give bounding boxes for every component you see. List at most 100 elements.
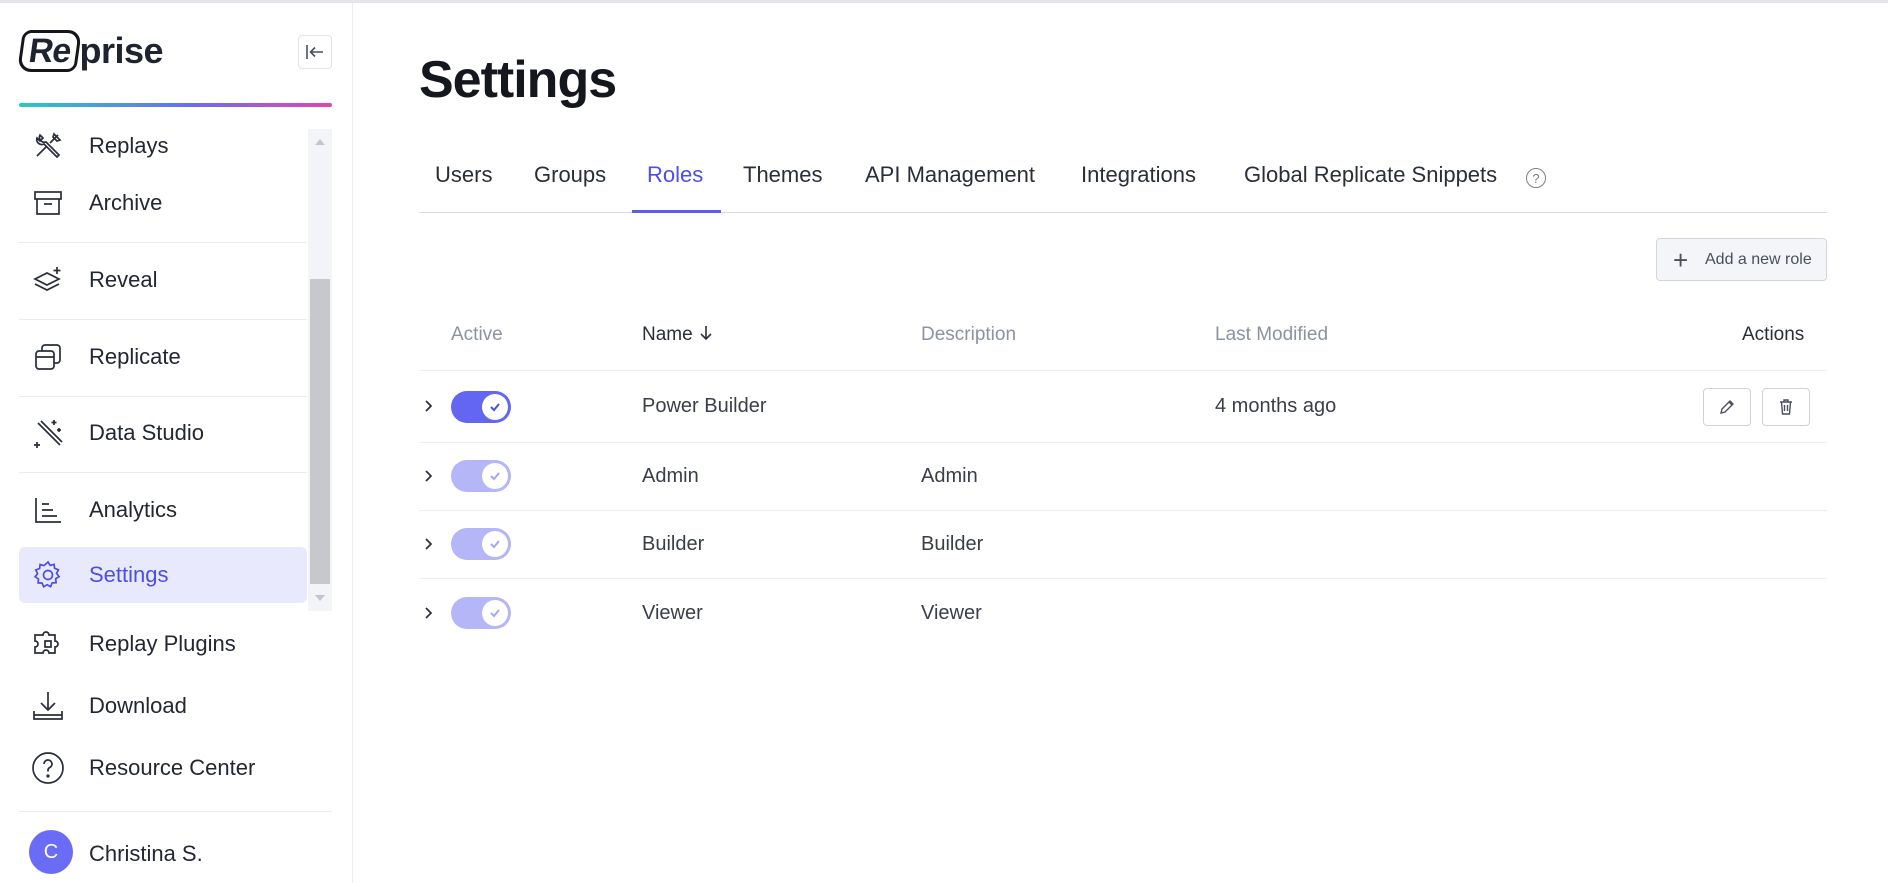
user-name[interactable]: Christina S.: [89, 841, 203, 867]
role-description: Viewer: [921, 602, 982, 624]
collapse-left-icon: [306, 45, 323, 59]
row-divider: [419, 578, 1827, 579]
logo-boxed-text: Re: [17, 30, 83, 72]
chevron-right-icon[interactable]: [422, 469, 436, 483]
role-description: Builder: [921, 533, 984, 555]
add-role-label: Add a new role: [1705, 251, 1812, 268]
check-icon: [490, 609, 500, 618]
sidebar-item-label: Settings: [89, 562, 169, 587]
row-divider: [419, 442, 1827, 443]
tab-integrations[interactable]: Integrations: [1081, 162, 1196, 212]
sidebar: Re prise Replays Archive Reveal Replicat…: [0, 3, 353, 883]
settings-tabs: Users Groups Roles Themes API Management…: [419, 150, 1827, 213]
active-toggle: [451, 597, 511, 629]
tools-icon: [31, 129, 65, 163]
sidebar-item-label: Reveal: [89, 267, 158, 292]
active-toggle: [451, 528, 511, 560]
tab-api-management[interactable]: API Management: [865, 162, 1035, 212]
nav-divider: [19, 319, 307, 320]
role-name: Viewer: [642, 602, 703, 624]
sidebar-item-label: Replays: [89, 133, 169, 158]
role-last-modified: 4 months ago: [1215, 395, 1337, 417]
tab-themes[interactable]: Themes: [743, 162, 822, 212]
sidebar-item-label: Download: [89, 693, 187, 718]
check-icon: [490, 472, 500, 481]
chevron-right-icon[interactable]: [422, 399, 436, 413]
sidebar-item-label: Archive: [89, 190, 163, 215]
column-header-description: Description: [921, 324, 1017, 345]
toggle-knob: [482, 600, 508, 626]
tab-global-replicate-snippets[interactable]: Global Replicate Snippets: [1244, 162, 1497, 212]
archive-icon: [31, 186, 65, 220]
sidebar-item-download[interactable]: Download: [19, 678, 307, 734]
nav-divider: [19, 242, 307, 243]
sidebar-item-label: Resource Center: [89, 755, 256, 780]
row-divider: [419, 510, 1827, 511]
sidebar-scrollbar[interactable]: [308, 129, 332, 611]
tab-roles[interactable]: Roles: [647, 162, 703, 212]
chevron-right-icon[interactable]: [422, 537, 436, 551]
sidebar-item-analytics[interactable]: Analytics: [19, 482, 307, 538]
scroll-up-icon[interactable]: [315, 139, 325, 145]
role-description: Admin: [921, 465, 978, 487]
brand-gradient-divider: [19, 103, 332, 107]
sidebar-item-replay-plugins[interactable]: Replay Plugins: [19, 616, 307, 672]
sort-arrow-down-icon: [700, 326, 712, 341]
column-header-name-label: Name: [642, 324, 693, 345]
help-circle-icon: [31, 751, 65, 785]
trash-icon: [1780, 399, 1792, 415]
sidebar-item-label: Data Studio: [89, 420, 204, 445]
download-icon: [31, 689, 65, 723]
logo-text: prise: [79, 30, 164, 71]
toggle-knob: [482, 394, 508, 420]
table-header-divider: [419, 370, 1827, 371]
chevron-right-icon[interactable]: [422, 606, 436, 620]
edit-role-button[interactable]: [1703, 388, 1751, 426]
column-header-active: Active: [451, 324, 503, 345]
column-header-last-modified: Last Modified: [1215, 324, 1329, 345]
avatar[interactable]: C: [29, 830, 73, 874]
sidebar-item-label: Replay Plugins: [89, 631, 236, 656]
tab-users[interactable]: Users: [435, 162, 492, 212]
help-icon[interactable]: ?: [1526, 168, 1546, 188]
sidebar-item-resource-center[interactable]: Resource Center: [19, 740, 307, 796]
column-header-actions: Actions: [1742, 324, 1805, 345]
active-tab-indicator: [632, 210, 721, 213]
scroll-down-icon[interactable]: [315, 595, 325, 601]
sidebar-item-data-studio[interactable]: Data Studio: [19, 405, 307, 461]
sidebar-item-archive[interactable]: Archive: [19, 175, 307, 231]
delete-role-button[interactable]: [1762, 388, 1810, 426]
bar-chart-icon: [31, 493, 65, 527]
puzzle-icon: [31, 627, 65, 661]
check-icon: [490, 403, 500, 412]
sidebar-nav-scroll: Replays Archive Reveal Replicate Data St…: [19, 129, 332, 611]
sidebar-item-label: Replicate: [89, 344, 181, 369]
nav-divider: [19, 811, 332, 812]
nav-divider: [19, 396, 307, 397]
role-name: Admin: [642, 465, 699, 487]
add-role-button[interactable]: + Add a new role: [1656, 238, 1827, 281]
active-toggle: [451, 460, 511, 492]
sidebar-item-settings[interactable]: Settings: [19, 547, 307, 603]
toggle-knob: [482, 463, 508, 489]
reprise-logo[interactable]: Re prise: [17, 29, 164, 73]
copy-icon: [31, 340, 65, 374]
toggle-knob: [482, 531, 508, 557]
nav-divider: [19, 472, 307, 473]
page-title: Settings: [419, 51, 617, 109]
sidebar-item-replays[interactable]: Replays: [19, 129, 307, 174]
scrollbar-thumb[interactable]: [310, 279, 330, 584]
column-header-name[interactable]: Name: [642, 324, 714, 346]
magic-wand-icon: [31, 416, 65, 450]
plus-icon: +: [1673, 245, 1689, 275]
pencil-icon: [1720, 400, 1734, 414]
tab-groups[interactable]: Groups: [534, 162, 606, 212]
gear-icon: [31, 558, 65, 592]
active-toggle[interactable]: [451, 391, 511, 423]
sidebar-item-replicate[interactable]: Replicate: [19, 329, 307, 385]
sidebar-item-reveal[interactable]: Reveal: [19, 252, 307, 308]
layers-icon: [31, 263, 65, 297]
role-name: Builder: [642, 533, 705, 555]
collapse-sidebar-button[interactable]: [298, 35, 332, 69]
check-icon: [490, 540, 500, 549]
